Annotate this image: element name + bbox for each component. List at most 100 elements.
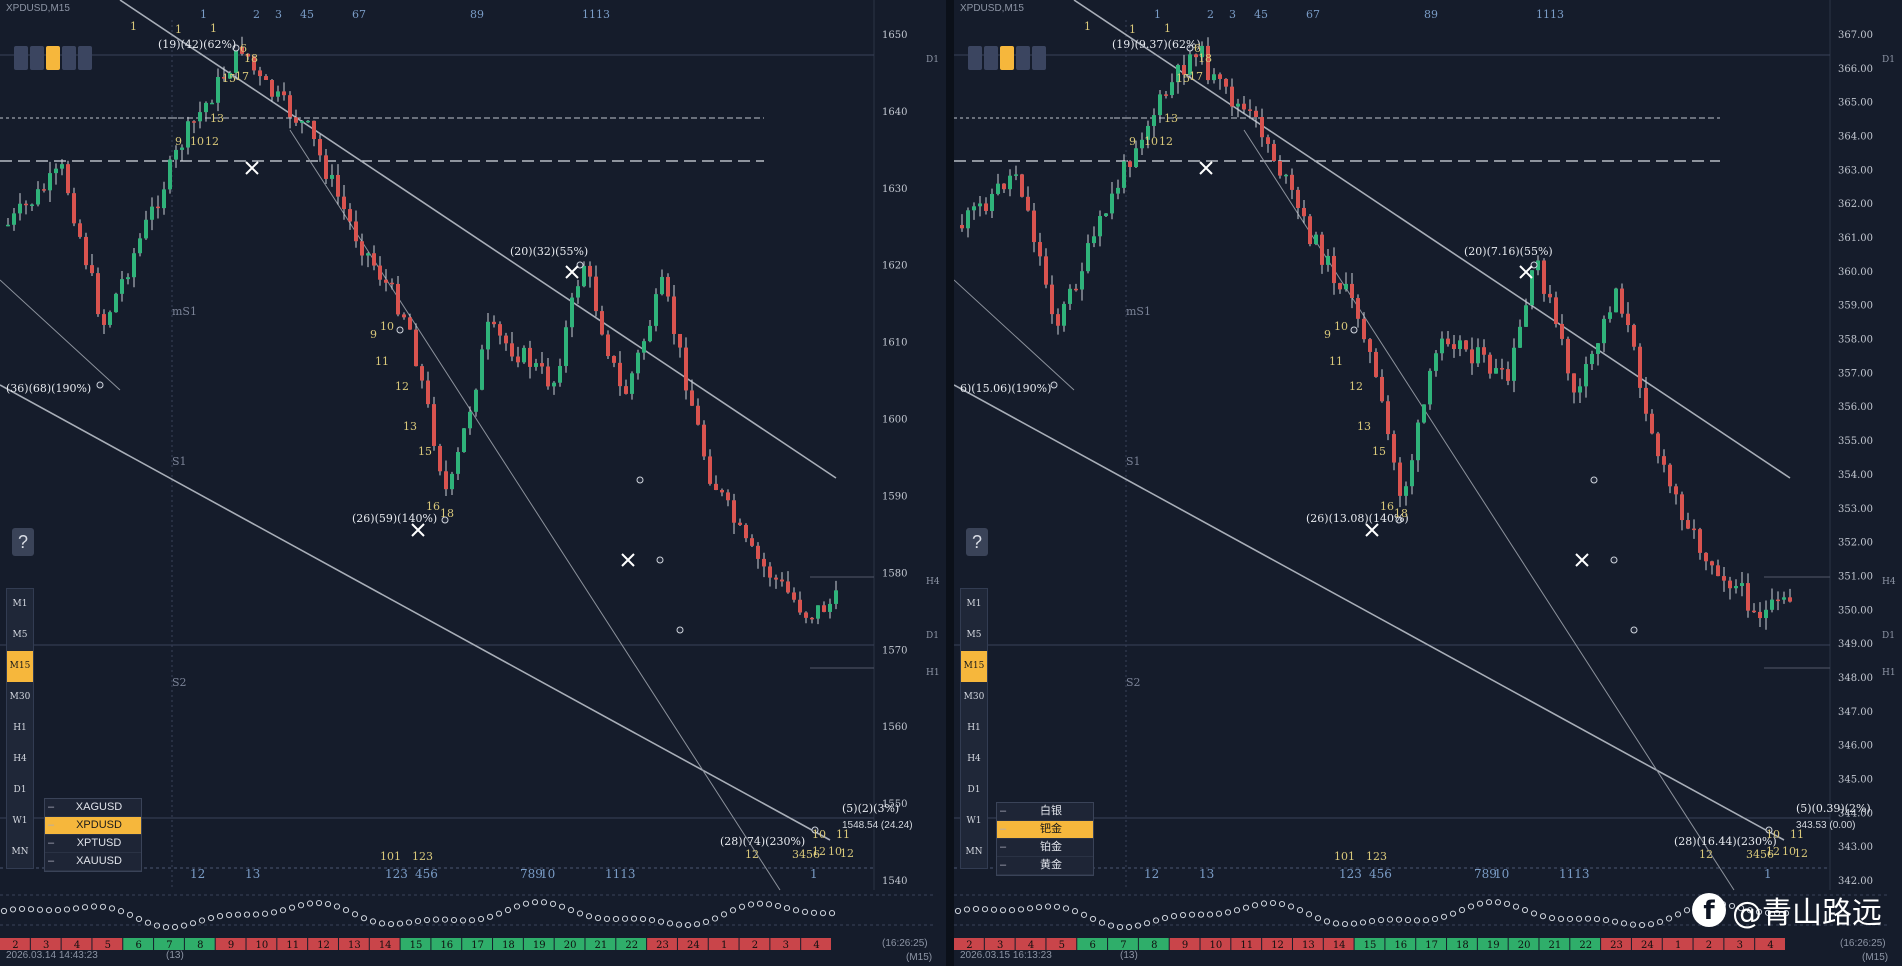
timeframe-selector[interactable]: M1 M5 M15 M30 H1 H4 D1 W1 MN [960,588,988,869]
timeframe-m15[interactable]: M15 [961,651,987,682]
candle-body [456,452,460,474]
candle-body [1296,189,1300,208]
price-axis-label: 350.00 [1838,605,1873,616]
symbol-item[interactable]: – 铂金 [997,839,1093,857]
price-axis-label: 346.00 [1838,741,1873,752]
candle-body [1650,413,1654,434]
candle-body [960,225,964,229]
zigzag-label: (5)(0.39)(2%) [1796,802,1871,815]
bottom-ruler-label: 10 [540,867,555,881]
symbol-item[interactable]: – 黄金 [997,857,1093,875]
timeframe-m30[interactable]: M30 [7,682,33,713]
timeframe-selector[interactable]: M1 M5 M15 M30 H1 H4 D1 W1 MN [6,588,34,869]
oscillator-point [72,905,80,912]
candle-body [768,566,772,578]
candle-body [1620,288,1624,314]
price-axis-label: 365.00 [1838,98,1873,109]
candle-body [336,174,340,197]
symbol-item[interactable]: – 钯金 [997,821,1093,839]
day-label: 2 [752,940,758,951]
symbol-item[interactable]: – XPTUSD [45,835,141,853]
symbol-item[interactable]: – 白银 [997,803,1093,821]
watermark-text: @青山路远 [1732,896,1882,931]
chart-pane-right[interactable]: 367.00 366.00 365.00 364.00 363.00 362.00 361.… [954,0,1902,966]
collapse-icon[interactable]: – [997,821,1009,838]
candle-body [528,347,532,367]
collapse-icon[interactable]: – [45,817,57,834]
timeframe-m5[interactable]: M5 [961,620,987,651]
timeframe-h4[interactable]: H4 [7,744,33,775]
oscillator-point [1008,906,1016,914]
count-label: 1113 [1536,8,1564,21]
candle-body [1644,387,1648,414]
symbol-list[interactable]: – 白银 – 钯金 – 铂金 – 黄金 [996,802,1094,876]
oscillator-point [1512,903,1520,910]
timeframe-m5[interactable]: M5 [7,620,33,651]
count-label: 67 [1306,8,1320,21]
oscillator-point [0,907,8,915]
symbol-item[interactable]: – XAGUSD [45,799,141,817]
candle-body [1104,213,1108,217]
price-tag: H4 [1882,577,1896,587]
candle-body [1314,234,1318,245]
oscillator-point [1206,911,1214,918]
candle-body [1362,318,1366,340]
timeframe-d1[interactable]: D1 [961,775,987,806]
candle-body [720,489,724,493]
timeframe-mn[interactable]: MN [961,837,987,868]
candle-body [1152,115,1156,126]
timeframe-m15[interactable]: M15 [7,651,33,682]
oscillator-point [1431,915,1439,923]
day-label: 11 [286,940,299,951]
price-axis-label: 355.00 [1838,436,1873,447]
candle-body [1236,103,1240,107]
day-label: 8 [197,940,203,951]
help-button[interactable]: ? [12,528,34,556]
candle-body [1566,338,1570,374]
toolbar-grip[interactable] [14,46,92,70]
pane-separator[interactable] [946,0,954,966]
toolbar-grip[interactable] [968,46,1046,70]
candle-body [1446,338,1450,345]
count-label: 3 [1229,8,1236,21]
symbol-item[interactable]: – XPDUSD [45,817,141,835]
timeframe-h1[interactable]: H1 [961,713,987,744]
symbol-list[interactable]: – XAGUSD – XPDUSD – XPTUSD – XAUUSD [44,798,142,872]
timeframe-w1[interactable]: W1 [7,806,33,837]
count-label: 9 [1324,328,1331,341]
timeframe-w1[interactable]: W1 [961,806,987,837]
count-label: 13 [1164,112,1178,125]
count-label: 16 [1380,500,1394,513]
candle-body [96,273,100,315]
chart-pane-left[interactable]: 1650 1640 1630 1620 1610 1600 1590 1580 1570 1560… [0,0,946,966]
collapse-icon[interactable]: – [997,803,1009,820]
count-label: 10 [1334,320,1348,333]
candle-body [534,363,538,367]
timeframe-h1[interactable]: H1 [7,713,33,744]
day-label: 12 [1271,940,1284,951]
candle-body [624,386,628,394]
collapse-icon[interactable]: – [997,839,1009,856]
oscillator-point [693,921,701,928]
symbol-item[interactable]: – XAUUSD [45,853,141,871]
collapse-icon[interactable]: – [45,799,57,816]
candle-body [1002,183,1006,190]
timeframe-h4[interactable]: H4 [961,744,987,775]
oscillator-point [315,899,323,907]
candle-body [1662,456,1666,465]
price-chart-right[interactable]: 367.00 366.00 365.00 364.00 363.00 362.00 361.… [954,0,1902,966]
candle-body [690,390,694,406]
zigzag-label: (28)(16.44)(230%) [1674,835,1777,848]
pivot-marker [396,326,404,334]
collapse-icon[interactable]: – [45,835,57,852]
collapse-icon[interactable]: – [45,853,57,870]
timeframe-mn[interactable]: MN [7,837,33,868]
collapse-icon[interactable]: – [997,857,1009,874]
timeframe-m1[interactable]: M1 [7,589,33,620]
timeframe-m30[interactable]: M30 [961,682,987,713]
count-label: 89 [470,8,484,21]
oscillator-point [1359,919,1367,926]
timeframe-d1[interactable]: D1 [7,775,33,806]
timeframe-m1[interactable]: M1 [961,589,987,620]
help-button[interactable]: ? [966,528,988,556]
